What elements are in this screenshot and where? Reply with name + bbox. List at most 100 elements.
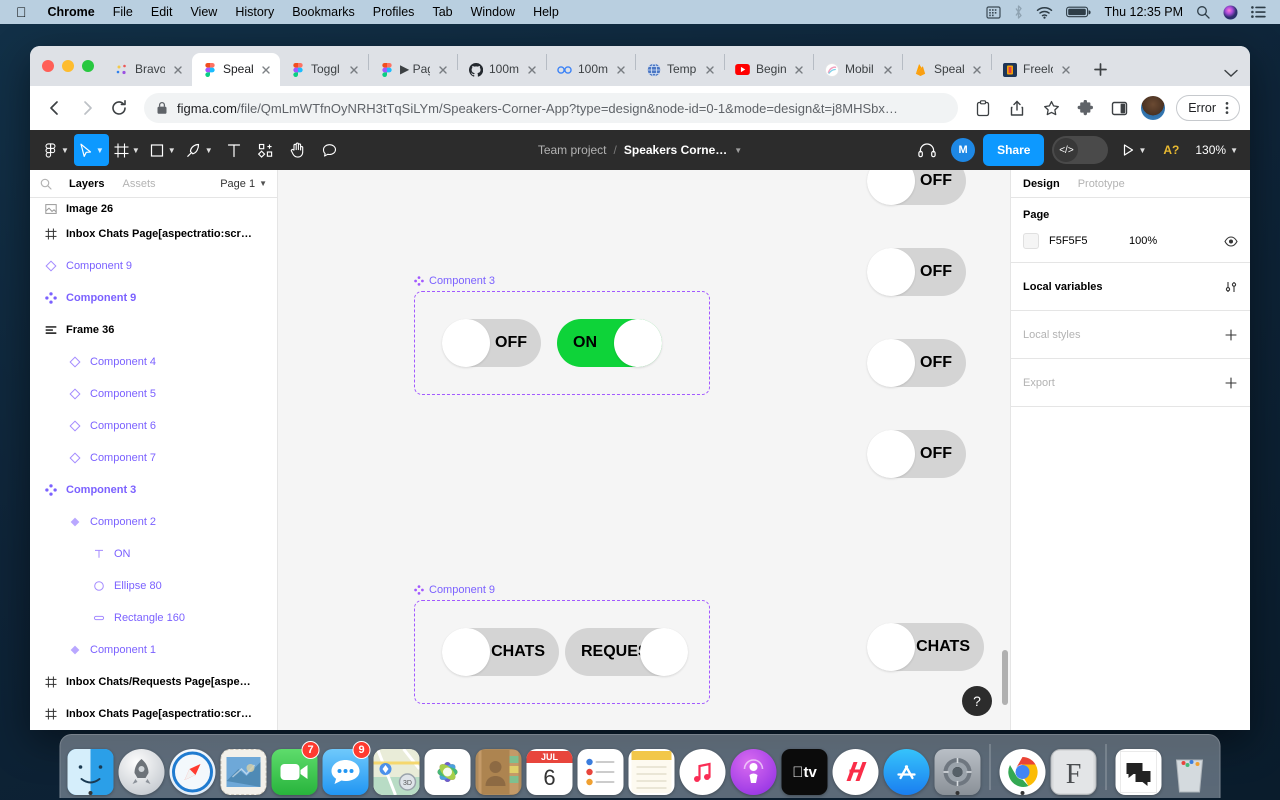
layer-item-inbox-chats-page-1[interactable]: Inbox Chats Page[aspectratio:scr…: [30, 218, 277, 250]
tab-prototype[interactable]: Prototype: [1078, 178, 1125, 190]
layer-item-on-text[interactable]: ON: [30, 538, 277, 570]
dock-item-music[interactable]: [679, 743, 727, 795]
component-set-label[interactable]: Component 9: [414, 584, 710, 596]
menu-item-file[interactable]: File: [104, 0, 142, 24]
help-button[interactable]: ?: [962, 686, 992, 716]
page-color-hex[interactable]: F5F5F5: [1049, 235, 1119, 247]
toggle-chats[interactable]: CHATS: [442, 628, 559, 676]
share-button[interactable]: Share: [983, 134, 1045, 166]
browser-tab-temp[interactable]: Temp: [636, 53, 724, 86]
layer-item-ellipse-80[interactable]: Ellipse 80: [30, 570, 277, 602]
close-icon[interactable]: [436, 63, 450, 77]
dock-item-appstore[interactable]: [883, 743, 931, 795]
dock-item-safari[interactable]: [169, 743, 217, 795]
layer-item-inbox-chats-requests-page[interactable]: Inbox Chats/Requests Page[aspe…: [30, 666, 277, 698]
layers-tree[interactable]: Image 26 Inbox Chats Page[aspectratio:sc…: [30, 198, 277, 730]
side-panel-icon[interactable]: [1104, 93, 1134, 123]
layer-item-rectangle-160[interactable]: Rectangle 160: [30, 602, 277, 634]
collaborator-avatar[interactable]: M: [951, 138, 976, 162]
close-icon[interactable]: [347, 63, 361, 77]
figma-canvas[interactable]: Component 3 OFF ON Component 9 CHATS REQ…: [278, 170, 1010, 730]
page-selector[interactable]: Page 1 ▼: [220, 178, 267, 190]
tab-assets[interactable]: Assets: [113, 178, 164, 190]
close-icon[interactable]: [525, 63, 539, 77]
menu-item-help[interactable]: Help: [524, 0, 568, 24]
canvas-toggle-off-1[interactable]: OFF: [867, 170, 966, 205]
apple-logo-icon[interactable]: : [16, 5, 27, 19]
comment-tool-icon[interactable]: [314, 134, 346, 166]
close-icon[interactable]: [171, 63, 185, 77]
kebab-menu-icon[interactable]: [1219, 100, 1235, 116]
tab-search-chevron-icon[interactable]: [1224, 69, 1238, 78]
browser-tab-speakers-corner[interactable]: Speak: [192, 53, 280, 86]
tab-design[interactable]: Design: [1023, 178, 1060, 190]
maximize-window-button[interactable]: [82, 60, 94, 72]
page-color-opacity[interactable]: 100%: [1129, 235, 1214, 247]
frame-tool-icon[interactable]: ▼: [109, 134, 145, 166]
breadcrumb-team[interactable]: Team project: [538, 143, 607, 157]
component-set-label[interactable]: Component 3: [414, 275, 710, 287]
toggle-request[interactable]: REQUEST: [565, 628, 688, 676]
menu-item-chrome[interactable]: Chrome: [39, 0, 104, 24]
dock-item-reminders[interactable]: [577, 743, 625, 795]
close-icon[interactable]: [792, 63, 806, 77]
browser-tab-toggl[interactable]: Toggl: [280, 53, 368, 86]
browser-tab-100m-2[interactable]: 100m: [547, 53, 635, 86]
layer-item-component-1[interactable]: Component 1: [30, 634, 277, 666]
dock-item-maps[interactable]: 3D: [373, 743, 421, 795]
browser-tab-pag[interactable]: ▶ Pag: [369, 53, 457, 86]
layer-item-component-2[interactable]: Component 2: [30, 506, 277, 538]
hand-tool-icon[interactable]: [282, 134, 314, 166]
plus-icon[interactable]: [1224, 376, 1238, 390]
layer-item-component-7[interactable]: Component 7: [30, 442, 277, 474]
dock-item-photos[interactable]: [424, 743, 472, 795]
menu-item-profiles[interactable]: Profiles: [364, 0, 424, 24]
browser-tab-youtube[interactable]: Begin: [725, 53, 813, 86]
dock-item-chrome[interactable]: [999, 743, 1047, 795]
move-tool-icon[interactable]: ▼: [73, 134, 109, 166]
canvas-group-component-9[interactable]: Component 9 CHATS REQUEST: [414, 584, 710, 704]
browser-tab-bravo[interactable]: Bravo: [104, 53, 192, 86]
browser-tab-freelo[interactable]: Freelo: [992, 53, 1080, 86]
canvas-toggle-off-4[interactable]: OFF: [867, 430, 966, 478]
layer-item-image-26[interactable]: Image 26: [30, 200, 277, 218]
local-styles-row[interactable]: Local styles: [1011, 311, 1250, 359]
dock-item-podcasts[interactable]: [730, 743, 778, 795]
eye-icon[interactable]: [1224, 235, 1238, 247]
component-tool-icon[interactable]: [250, 134, 282, 166]
dock-item-facetime[interactable]: 7: [271, 741, 320, 795]
layer-item-frame-36[interactable]: Frame 36: [30, 314, 277, 346]
address-bar[interactable]: figma.com/file/QmLmWTfnOyNRH3tTqSiLYm/Sp…: [144, 93, 959, 123]
browser-tab-firebase[interactable]: Speak: [903, 53, 991, 86]
canvas-toggle-chats-loose[interactable]: CHATS: [867, 623, 984, 671]
figma-menu-icon[interactable]: ▼: [38, 134, 74, 166]
zoom-level-selector[interactable]: 130% ▼: [1191, 143, 1242, 157]
dock-item-contacts[interactable]: [475, 743, 523, 795]
export-row[interactable]: Export: [1011, 359, 1250, 407]
toggle-off[interactable]: OFF: [442, 319, 541, 367]
browser-tab-mobil[interactable]: Mobil: [814, 53, 902, 86]
breadcrumb-file[interactable]: Speakers Corne…: [624, 143, 727, 157]
canvas-group-component-3[interactable]: Component 3 OFF ON: [414, 275, 710, 395]
menubar-clock[interactable]: Thu 12:35 PM: [1104, 5, 1183, 19]
canvas-toggle-off-3[interactable]: OFF: [867, 339, 966, 387]
pen-tool-icon[interactable]: ▼: [181, 134, 218, 166]
close-icon[interactable]: [1059, 63, 1073, 77]
back-arrow-icon[interactable]: [40, 93, 70, 123]
close-icon[interactable]: [259, 63, 273, 77]
control-center-icon[interactable]: [1251, 6, 1266, 18]
wifi-icon[interactable]: [1036, 6, 1053, 19]
bluetooth-icon[interactable]: [1014, 5, 1023, 19]
share-icon[interactable]: [1002, 93, 1032, 123]
search-icon[interactable]: [1196, 5, 1210, 19]
dock-item-messages-document[interactable]: [1115, 743, 1163, 795]
dock-item-news[interactable]: [832, 743, 880, 795]
menu-item-history[interactable]: History: [226, 0, 283, 24]
search-icon[interactable]: [40, 178, 52, 190]
bookmark-star-icon[interactable]: [1036, 93, 1066, 123]
layer-item-component-9-set[interactable]: Component 9: [30, 282, 277, 314]
menu-item-window[interactable]: Window: [462, 0, 524, 24]
dock-item-trash[interactable]: [1166, 743, 1214, 795]
page-color-swatch[interactable]: [1023, 233, 1039, 249]
layer-item-component-5[interactable]: Component 5: [30, 378, 277, 410]
